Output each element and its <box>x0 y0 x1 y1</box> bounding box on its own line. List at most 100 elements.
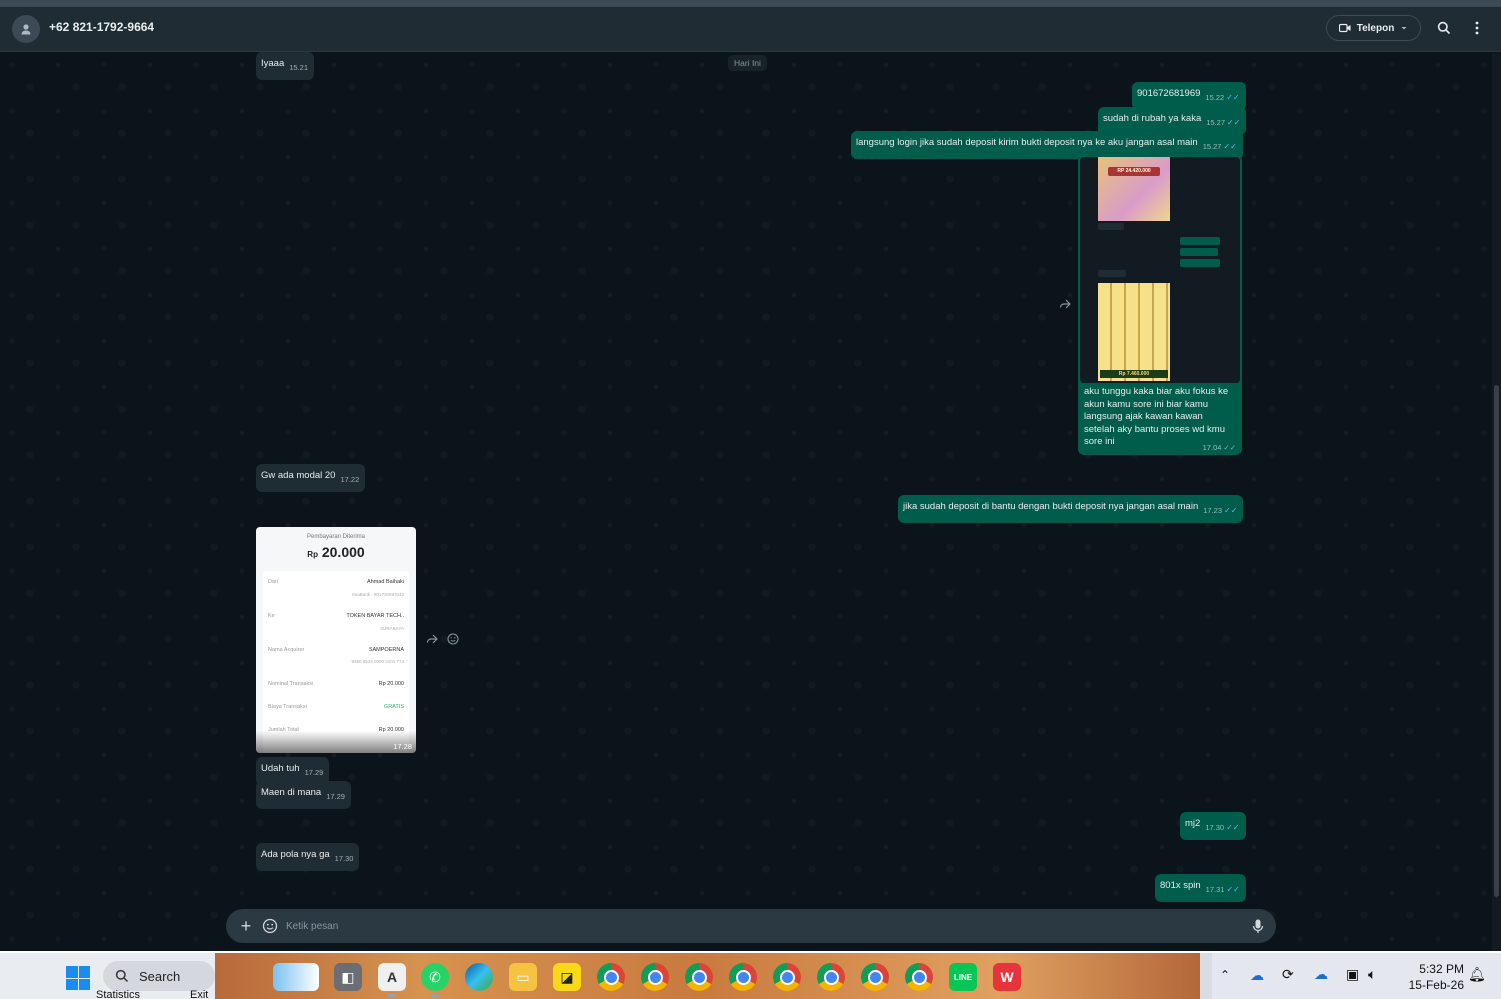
task-view-icon[interactable]: ◧ <box>334 963 362 991</box>
payment-receipt-image[interactable]: Pembayaran Diterima Rp 20.000 Dari Ahmad … <box>256 527 416 753</box>
read-ticks-icon: ✓✓ <box>1227 118 1241 127</box>
message-text: 801x spin <box>1160 880 1201 891</box>
volume-icon[interactable]: 🔈︎ <box>1368 966 1376 983</box>
message-outgoing[interactable]: mj2 17.30 ✓✓ <box>1180 812 1246 840</box>
more-vertical-icon <box>1475 21 1479 35</box>
read-ticks-icon: ✓✓ <box>1226 823 1240 832</box>
read-ticks-icon: ✓✓ <box>1223 142 1237 151</box>
edge-icon[interactable] <box>465 963 493 991</box>
chrome-profile-icon[interactable] <box>905 963 933 991</box>
read-ticks-icon: ✓✓ <box>1226 93 1240 102</box>
window-top-strip <box>0 0 1501 7</box>
message-time: 17.29 <box>326 792 345 801</box>
statistics-label[interactable]: Statistics <box>96 989 140 999</box>
refresh-icon[interactable]: ⟳ <box>1282 966 1294 983</box>
taskbar-search[interactable]: Search <box>103 961 215 991</box>
message-time: 17.23 <box>1203 506 1223 515</box>
chevron-up-icon[interactable]: ⌃ <box>1220 968 1230 982</box>
read-ticks-icon: ✓✓ <box>1226 885 1240 894</box>
message-time: 15.27 <box>1202 142 1222 151</box>
contact-avatar[interactable] <box>12 15 40 43</box>
message-text: Gw ada modal 20 <box>261 470 336 481</box>
forwarded-screenshot-image[interactable]: RP 24.420.000 Rp 7.460.000 <box>1080 157 1240 383</box>
message-time: 15.21 <box>289 63 309 72</box>
chrome-icon[interactable] <box>597 963 625 991</box>
receipt-details: Dari Ahmad Baihaki SeaBank · 901730697044… <box>263 571 409 753</box>
cloud-sync-icon[interactable]: ☁ <box>1250 967 1264 984</box>
sticky-notes-icon[interactable]: ◪ <box>553 963 581 991</box>
chevron-down-icon <box>1401 27 1407 30</box>
wps-office-icon[interactable]: W <box>993 963 1021 991</box>
forward-icon[interactable] <box>1058 297 1072 311</box>
message-text: Ada pola nya ga <box>261 849 330 860</box>
message-time: 17.30 <box>1205 823 1225 832</box>
onedrive-icon[interactable]: ☁ <box>1314 966 1328 983</box>
message-text: sudah di rubah ya kaka <box>1103 113 1202 124</box>
line-app-icon[interactable]: LINE <box>949 963 977 991</box>
search-icon <box>1437 21 1451 35</box>
image-caption: aku tunggu kaka biar aku fokus ke akun k… <box>1084 386 1229 447</box>
widgets-icon[interactable] <box>273 963 319 991</box>
chrome-profile-icon[interactable] <box>685 963 713 991</box>
emoji-react-icon[interactable] <box>446 632 460 646</box>
contact-name[interactable]: +62 821-1792-9664 <box>49 20 154 34</box>
message-time: 15.22 <box>1205 93 1225 102</box>
message-text: mj2 <box>1185 818 1201 829</box>
chat-area[interactable] <box>0 53 1492 951</box>
menu-button[interactable] <box>1468 19 1486 37</box>
chat-header: +62 821-1792-9664 Telepon <box>0 7 1501 52</box>
windows-taskbar: Search Statistics Exit ◧ A ✆ ▭ ◪ LINE W … <box>0 951 1501 999</box>
chat-scrollbar-thumb[interactable] <box>1494 385 1499 897</box>
message-incoming[interactable]: Maen di mana 17.29 <box>256 781 351 809</box>
mic-icon[interactable] <box>1250 918 1266 934</box>
message-input[interactable] <box>286 917 1236 935</box>
message-text: Udah tuh <box>261 763 300 774</box>
person-icon <box>21 24 31 35</box>
message-outgoing[interactable]: 901672681969 15.22 ✓✓ <box>1132 82 1246 110</box>
receipt-amount: Rp 20.000 <box>307 544 365 560</box>
message-incoming[interactable]: Gw ada modal 20 17.22 <box>256 464 366 492</box>
message-time: 17.22 <box>340 475 360 484</box>
file-explorer-icon[interactable]: ▭ <box>509 963 537 991</box>
message-time: 17.30 <box>334 854 354 863</box>
read-ticks-icon: ✓✓ <box>1224 506 1238 515</box>
plus-icon[interactable]: + <box>236 916 256 936</box>
receipt-title: Pembayaran Diterima <box>306 534 366 540</box>
chrome-profile-icon[interactable] <box>817 963 845 991</box>
image-message-outgoing[interactable]: RP 24.420.000 Rp 7.460.000 aku tunggu ka… <box>1078 155 1242 455</box>
message-text: jika sudah deposit di bantu dengan bukti… <box>903 501 1199 512</box>
win-amount-label: RP 24.420.000 <box>1108 167 1160 176</box>
windows-start-icon[interactable] <box>66 966 90 990</box>
message-time: 17.04 ✓✓ <box>1202 443 1236 452</box>
notification-icon[interactable]: 🔔︎ <box>1468 966 1486 983</box>
forward-icon[interactable] <box>425 632 439 646</box>
sticker-icon[interactable] <box>262 918 278 934</box>
message-outgoing[interactable]: 801x spin 17.31 ✓✓ <box>1155 874 1246 902</box>
network-icon[interactable]: ▣ <box>1346 966 1359 983</box>
exit-label[interactable]: Exit <box>190 989 208 999</box>
message-incoming[interactable]: Iyaaa 15.21 <box>256 52 315 80</box>
notepad-icon[interactable]: A <box>378 963 406 997</box>
search-icon <box>115 969 129 983</box>
chrome-profile-icon[interactable] <box>729 963 757 991</box>
chrome-profile-icon[interactable] <box>861 963 889 991</box>
message-text: Maen di mana <box>261 787 322 798</box>
date-chip: Hari Ini <box>728 55 767 71</box>
message-time: 17.28 <box>393 742 412 751</box>
call-button[interactable]: Telepon <box>1326 15 1421 41</box>
message-text: Iyaaa <box>261 58 285 69</box>
message-time: 17.31 <box>1205 885 1225 894</box>
whatsapp-icon[interactable]: ✆ <box>421 963 449 997</box>
message-incoming[interactable]: Ada pola nya ga 17.30 <box>256 843 360 871</box>
system-clock[interactable]: 5:32 PM 15-Feb-26 <box>1400 961 1464 993</box>
chrome-profile-icon[interactable] <box>641 963 669 991</box>
slot-win-thumbnail: RP 24.420.000 <box>1098 157 1170 221</box>
message-time: 17.29 <box>304 768 324 777</box>
message-outgoing[interactable]: jika sudah deposit di bantu dengan bukti… <box>898 495 1244 523</box>
chrome-profile-icon[interactable] <box>773 963 801 991</box>
read-ticks-icon: ✓✓ <box>1223 443 1236 452</box>
message-composer: + <box>226 909 1276 943</box>
video-icon <box>1338 23 1351 33</box>
search-button[interactable] <box>1435 19 1453 37</box>
slot-game-thumbnail: Rp 7.460.000 <box>1098 283 1170 381</box>
